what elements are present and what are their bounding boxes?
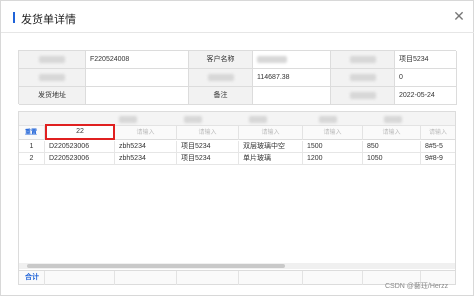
date-value: 2022-05-24 [395, 87, 457, 105]
title-accent-bar [13, 12, 15, 23]
filter-input-project[interactable]: 请输入 [177, 126, 239, 140]
row-product: 单片玻璃 [239, 153, 303, 165]
shipment-lines-grid: 重置 请输入 请输入 请输入 请输入 请输入 请输入 22 1 D2205230… [18, 111, 456, 271]
row-product: 双层玻璃中空 [239, 141, 303, 153]
project-value: 项目5234 [395, 51, 457, 69]
customer-name-label: 客户名称 [189, 51, 253, 69]
dialog-header: 发货单详情 ✕ [1, 1, 474, 33]
horizontal-scrollbar[interactable] [19, 263, 455, 269]
amount-value: 114687.38 [253, 69, 331, 87]
info-label-r2c3 [331, 69, 395, 87]
row-qty: 1500 [303, 141, 363, 153]
row-index: 2 [19, 153, 45, 165]
row-user: zbh5234 [115, 153, 177, 165]
remark-value [253, 87, 331, 105]
info-value-r2c1 [86, 69, 189, 87]
remark-label: 备注 [189, 87, 253, 105]
footer-cell [177, 271, 239, 285]
info-label-r1c1 [19, 51, 86, 69]
shipment-info-table: F220524008 客户名称 项目5234 114687.38 0 发货地址 … [18, 50, 457, 105]
footer-cell [239, 271, 303, 285]
row-spec: 8#5-5 [425, 143, 443, 150]
row-qty: 1200 [303, 153, 363, 165]
watermark-text: CSDN @藝珏/Herzz [385, 283, 449, 290]
row-project: 项目5234 [177, 153, 239, 165]
info-label-r2c1 [19, 69, 86, 87]
info-label-r1c3 [331, 51, 395, 69]
row-price: 850 [363, 141, 421, 153]
info-label-r2c2 [189, 69, 253, 87]
row-spec: 9#8-9 [425, 155, 443, 162]
footer-cell [45, 271, 115, 285]
filter-input-price[interactable]: 请输入 [363, 126, 421, 140]
row-project: 项目5234 [177, 141, 239, 153]
total-label: 合计 [19, 271, 45, 285]
filter-input-qty[interactable]: 请输入 [303, 126, 363, 140]
filter-input-product[interactable]: 请输入 [239, 126, 303, 140]
row-price: 1050 [363, 153, 421, 165]
filter-input-user[interactable]: 请输入 [115, 126, 177, 140]
dialog-title: 发货单详情 [21, 14, 76, 26]
row-index: 1 [19, 141, 45, 153]
shipment-detail-dialog: 发货单详情 ✕ F220524008 客户名称 项目5234 114687.38… [0, 0, 474, 296]
delivery-address-value [86, 87, 189, 105]
row-code: D220523006 [45, 153, 115, 165]
delivery-address-label: 发货地址 [19, 87, 86, 105]
table-row[interactable]: 1 D220523006 zbh5234 项目5234 双层玻璃中空 1500 … [19, 141, 455, 153]
customer-name-value [253, 51, 331, 69]
info-label-r3c3 [331, 87, 395, 105]
close-icon[interactable]: ✕ [451, 8, 467, 24]
filter-input-code[interactable]: 22 [45, 124, 115, 140]
footer-cell [115, 271, 177, 285]
scrollbar-thumb[interactable] [27, 264, 285, 268]
row-user: zbh5234 [115, 141, 177, 153]
footer-cell [303, 271, 363, 285]
row-code: D220523006 [45, 141, 115, 153]
table-row[interactable]: 2 D220523006 zbh5234 项目5234 单片玻璃 1200 10… [19, 153, 455, 165]
filter-input-spec[interactable]: 请输入 [421, 126, 455, 140]
shipment-number-value: F220524008 [86, 51, 189, 69]
info-value-r2c3: 0 [395, 69, 457, 87]
reset-button[interactable]: 重置 [19, 126, 45, 140]
